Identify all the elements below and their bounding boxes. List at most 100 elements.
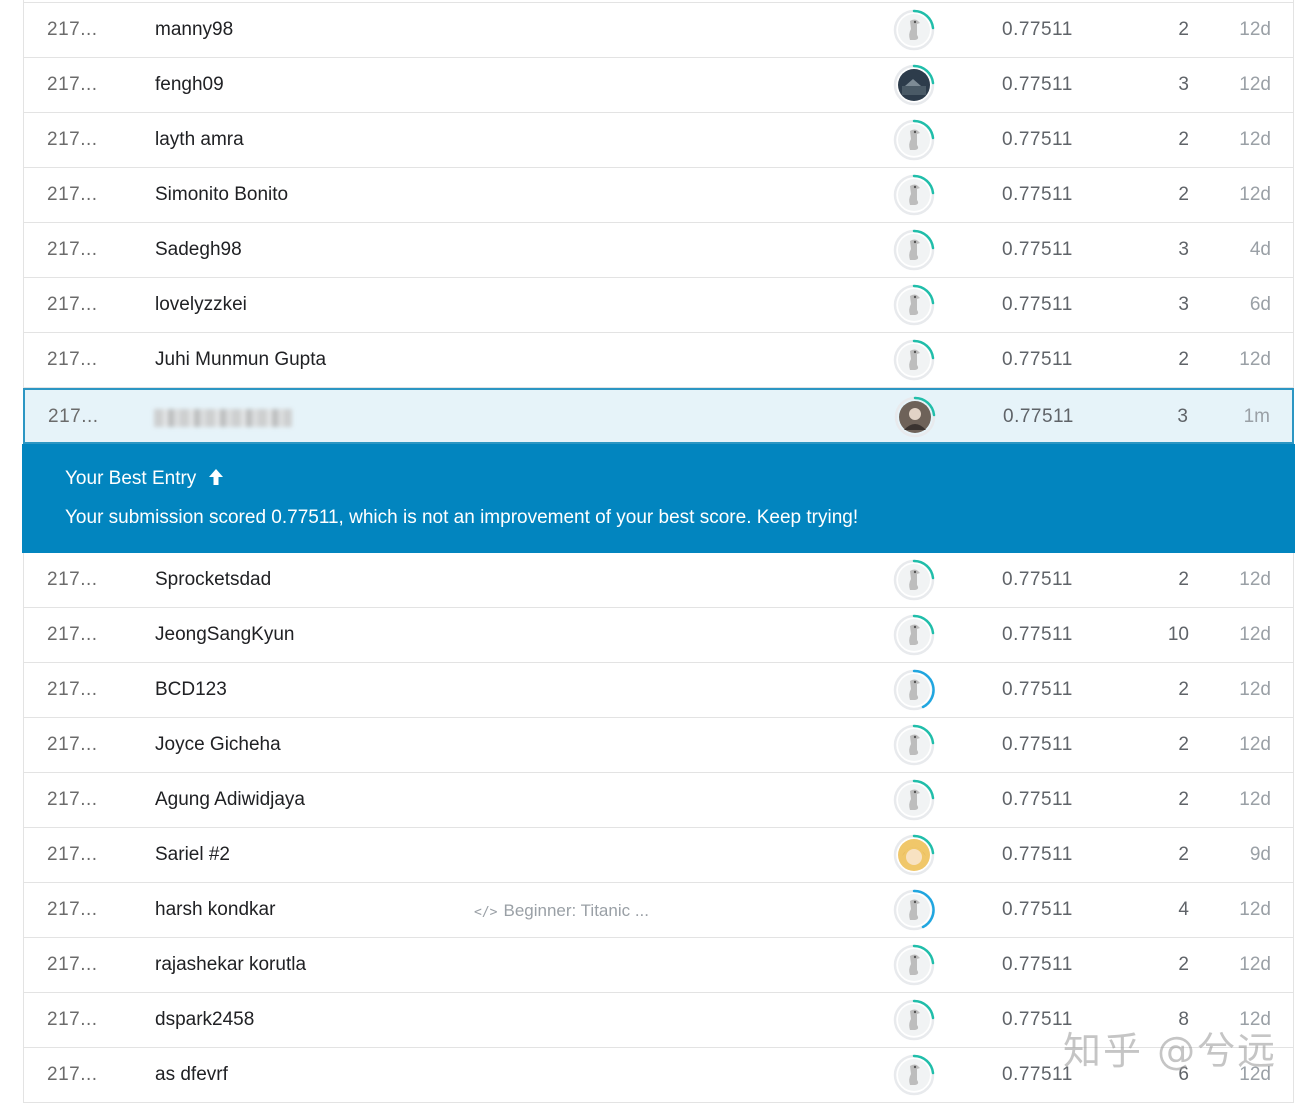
rank-cell: 217...: [47, 899, 98, 920]
team-name-link[interactable]: harsh kondkar: [155, 883, 275, 937]
leaderboard-row[interactable]: 217... Sprocketsdad 0.77511 2 12d: [24, 553, 1293, 608]
rank-cell: 217...: [47, 349, 98, 370]
last-submission-cell: 12d: [1239, 954, 1271, 975]
team-name-link[interactable]: manny98: [155, 3, 233, 57]
leaderboard-rows-top: 217... manny98 0.77511 2 12d 217... fengh09 0.7…: [24, 2, 1293, 388]
leaderboard-row[interactable]: 217... dspark2458 0.77511 8 12d: [24, 993, 1293, 1048]
user-avatar[interactable]: [893, 174, 935, 216]
user-avatar[interactable]: [893, 999, 935, 1041]
your-entry-row[interactable]: 217... 0.77511 3 1m: [23, 388, 1294, 444]
team-name-link[interactable]: rajashekar korutla: [155, 938, 306, 992]
rank-cell: 217...: [47, 239, 98, 260]
entries-cell: 8: [1178, 1009, 1189, 1030]
score-cell: 0.77511: [1002, 294, 1073, 315]
rank-cell: 217...: [48, 406, 99, 427]
entries-cell: 2: [1178, 734, 1189, 755]
rank-cell: 217...: [47, 294, 98, 315]
user-avatar[interactable]: [893, 559, 935, 601]
last-submission-cell: 6d: [1249, 294, 1271, 315]
score-cell: 0.77511: [1002, 1064, 1073, 1085]
score-cell: 0.77511: [1002, 184, 1073, 205]
team-name-link[interactable]: Agung Adiwidjaya: [155, 773, 305, 827]
last-submission-cell: 12d: [1239, 734, 1271, 755]
last-submission-cell: 12d: [1239, 1009, 1271, 1030]
team-name-link[interactable]: dspark2458: [155, 993, 254, 1047]
user-avatar[interactable]: [893, 889, 935, 931]
leaderboard-row[interactable]: 217... Juhi Munmun Gupta 0.77511 2 12d: [24, 333, 1293, 388]
user-avatar[interactable]: [893, 229, 935, 271]
rank-cell: 217...: [47, 19, 98, 40]
leaderboard-row[interactable]: 217... Joyce Gicheha 0.77511 2 12d: [24, 718, 1293, 773]
leaderboard-row[interactable]: 217... Sariel #2 0.77511 2 9d: [24, 828, 1293, 883]
last-submission-cell: 12d: [1239, 74, 1271, 95]
user-avatar[interactable]: [893, 669, 935, 711]
team-name-link[interactable]: as dfevrf: [155, 1048, 228, 1102]
leaderboard-row[interactable]: 217... manny98 0.77511 2 12d: [24, 2, 1293, 58]
entries-cell: 2: [1178, 844, 1189, 865]
leaderboard-row[interactable]: 217... layth amra 0.77511 2 12d: [24, 113, 1293, 168]
leaderboard-row[interactable]: 217... Agung Adiwidjaya 0.77511 2 12d: [24, 773, 1293, 828]
team-name-link[interactable]: Sadegh98: [155, 223, 242, 277]
user-avatar[interactable]: [893, 119, 935, 161]
entries-cell: 2: [1178, 19, 1189, 40]
user-avatar[interactable]: [893, 944, 935, 986]
leaderboard-row[interactable]: 217... harsh kondkar </> Beginner: Titanic …: [24, 883, 1293, 938]
user-avatar[interactable]: [893, 9, 935, 51]
user-avatar[interactable]: [893, 724, 935, 766]
last-submission-cell: 12d: [1239, 899, 1271, 920]
leaderboard-row[interactable]: 217... rajashekar korutla 0.77511 2 12d: [24, 938, 1293, 993]
entries-cell: 3: [1177, 406, 1188, 427]
team-name-link[interactable]: layth amra: [155, 113, 244, 167]
entries-cell: 2: [1178, 679, 1189, 700]
user-avatar[interactable]: [894, 396, 936, 438]
leaderboard-row[interactable]: 217... Simonito Bonito 0.77511 2 12d: [24, 168, 1293, 223]
user-avatar[interactable]: [893, 779, 935, 821]
score-cell: 0.77511: [1002, 789, 1073, 810]
team-name-link[interactable]: Joyce Gicheha: [155, 718, 281, 772]
leaderboard-row[interactable]: 217... fengh09 0.77511 3 12d: [24, 58, 1293, 113]
team-name-link[interactable]: lovelyzzkei: [155, 278, 247, 332]
team-name-link[interactable]: BCD123: [155, 663, 227, 717]
score-cell: 0.77511: [1002, 129, 1073, 150]
banner-title: Your Best Entry: [65, 468, 224, 492]
score-cell: 0.77511: [1003, 406, 1074, 427]
entries-cell: 3: [1178, 239, 1189, 260]
rank-cell: 217...: [47, 624, 98, 645]
leaderboard-row[interactable]: 217... lovelyzzkei 0.77511 3 6d: [24, 278, 1293, 333]
team-name-link[interactable]: fengh09: [155, 58, 224, 112]
user-avatar[interactable]: [893, 284, 935, 326]
team-name-link[interactable]: Simonito Bonito: [155, 168, 288, 222]
last-submission-cell: 12d: [1239, 624, 1271, 645]
score-cell: 0.77511: [1002, 239, 1073, 260]
banner-title-text: Your Best Entry: [65, 468, 197, 489]
entries-cell: 2: [1178, 129, 1189, 150]
user-avatar[interactable]: [893, 834, 935, 876]
user-avatar[interactable]: [893, 614, 935, 656]
entries-cell: 4: [1178, 899, 1189, 920]
last-submission-cell: 12d: [1239, 129, 1271, 150]
leaderboard-row[interactable]: 217... as dfevrf 0.77511 6 12d: [24, 1048, 1293, 1103]
rank-cell: 217...: [47, 569, 98, 590]
rank-cell: 217...: [47, 74, 98, 95]
user-avatar[interactable]: [893, 64, 935, 106]
user-avatar[interactable]: [893, 1054, 935, 1096]
team-name-link[interactable]: Juhi Munmun Gupta: [155, 333, 326, 387]
entries-cell: 2: [1178, 349, 1189, 370]
notebook-link[interactable]: </> Beginner: Titanic ...: [474, 883, 649, 941]
score-cell: 0.77511: [1002, 679, 1073, 700]
team-name-link[interactable]: JeongSangKyun: [155, 608, 294, 662]
leaderboard-rows-bottom: 217... Sprocketsdad 0.77511 2 12d 217... Jeong…: [24, 553, 1293, 1103]
rank-cell: 217...: [47, 734, 98, 755]
last-submission-cell: 4d: [1249, 239, 1271, 260]
team-name-link[interactable]: Sprocketsdad: [155, 553, 271, 607]
leaderboard-row[interactable]: 217... Sadegh98 0.77511 3 4d: [24, 223, 1293, 278]
rank-cell: 217...: [47, 129, 98, 150]
leaderboard-row[interactable]: 217... BCD123 0.77511 2 12d: [24, 663, 1293, 718]
leaderboard: 217... manny98 0.77511 2 12d 217... fengh09 0.7…: [22, 0, 1295, 1103]
banner-message: Your submission scored 0.77511, which is…: [65, 507, 859, 528]
rank-cell: 217...: [47, 789, 98, 810]
team-name-link[interactable]: Sariel #2: [155, 828, 230, 882]
leaderboard-row[interactable]: 217... JeongSangKyun 0.77511 10 12d: [24, 608, 1293, 663]
score-cell: 0.77511: [1002, 349, 1073, 370]
user-avatar[interactable]: [893, 339, 935, 381]
